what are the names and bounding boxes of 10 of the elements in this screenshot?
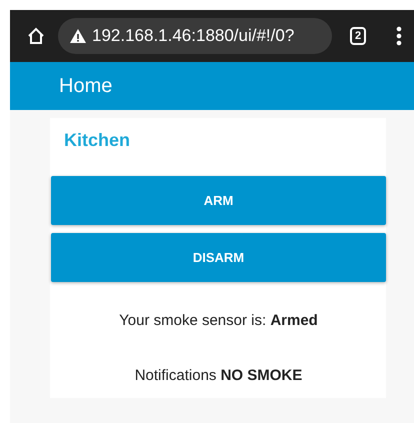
address-bar[interactable]: 192.168.1.46:1880/ui/#!/0? bbox=[58, 18, 332, 54]
status-text: Notifications NO SMOKE bbox=[134, 367, 302, 384]
card-title: Kitchen bbox=[63, 130, 132, 151]
home-icon[interactable] bbox=[26, 26, 46, 46]
menu-icon[interactable] bbox=[396, 26, 402, 46]
status-text: Your smoke sensor is: Armed bbox=[119, 312, 318, 329]
header-title: Home bbox=[59, 74, 112, 98]
warning-icon bbox=[70, 29, 86, 43]
tab-count[interactable]: 2 bbox=[350, 27, 366, 45]
url-text: 192.168.1.46:1880/ui/#!/0? bbox=[92, 26, 294, 46]
